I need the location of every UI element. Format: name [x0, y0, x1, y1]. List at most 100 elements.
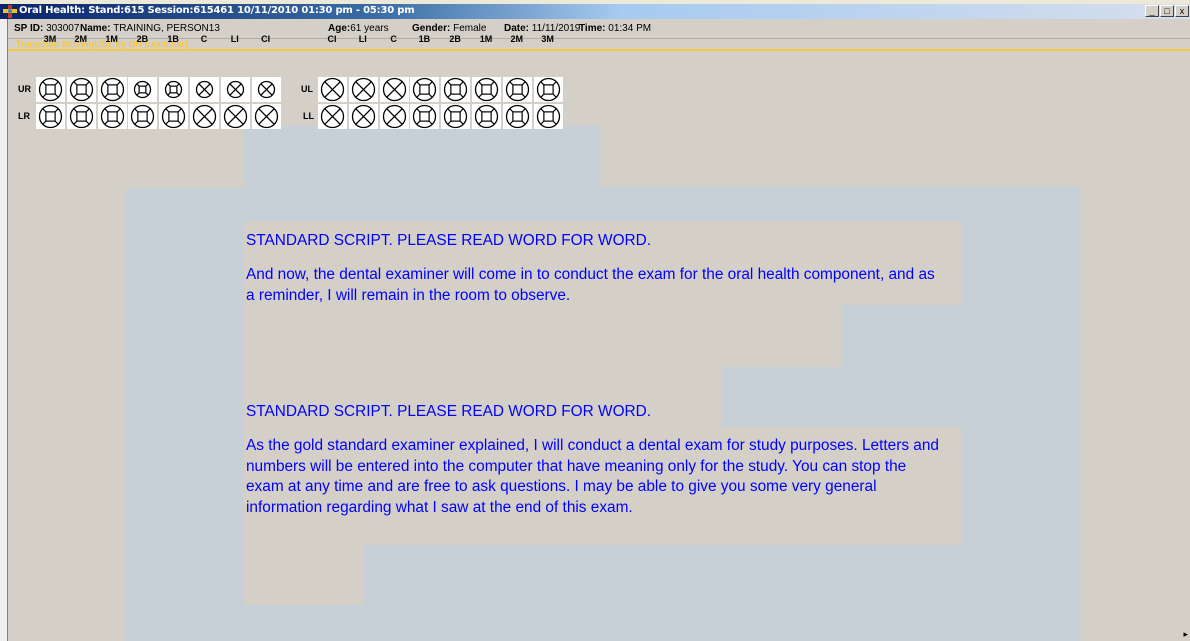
tooth-labels-left: [0, 19, 600, 30]
quadrant-ul-label: UL: [301, 84, 313, 94]
script-1-heading: STANDARD SCRIPT. PLEASE READ WORD FOR WO…: [246, 232, 652, 249]
tooth-icon: [69, 104, 93, 129]
window-title: Oral Health: Stand:615 Session:615461 10…: [19, 5, 415, 16]
tooth-label: 1B: [418, 34, 431, 44]
tooth-ul-2b[interactable]: [441, 77, 471, 102]
tooth-icon: [536, 104, 560, 129]
tooth-ul-3m[interactable]: [533, 77, 563, 102]
tooth-ll-li[interactable]: [348, 104, 378, 129]
bg-cut-topleft: [126, 126, 244, 188]
tooth-label: 2M: [510, 34, 524, 44]
tooth-ur-ci[interactable]: [251, 77, 281, 102]
tooth-label: C: [390, 34, 397, 44]
tooth-icon: [351, 77, 375, 102]
tooth-icon: [382, 77, 406, 102]
tooth-label: 1M: [479, 34, 493, 44]
tooth-label: C: [200, 34, 208, 44]
tooth-icon: [444, 77, 468, 102]
tooth-icon: [162, 104, 186, 129]
tooth-icon: [257, 80, 275, 99]
tooth-ur-1b[interactable]: [159, 77, 189, 102]
tooth-label: 2B: [449, 34, 461, 44]
close-button[interactable]: x: [1175, 5, 1189, 17]
tooth-label: 3M: [43, 34, 57, 44]
tooth-icon: [100, 77, 124, 102]
app-icon: [3, 5, 17, 18]
script-2-heading: STANDARD SCRIPT. PLEASE READ WORD FOR WO…: [246, 403, 652, 420]
script-2: STANDARD SCRIPT. PLEASE READ WORD FOR WO…: [246, 402, 946, 519]
tooth-lr-ci[interactable]: [251, 104, 281, 129]
tooth-icon: [38, 77, 63, 102]
tooth-icon: [505, 104, 529, 129]
bg-cut-topright: [600, 126, 1080, 186]
tooth-ul-li[interactable]: [348, 77, 378, 102]
tooth-label: 2M: [74, 34, 88, 44]
tooth-icon: [195, 80, 214, 99]
tooth-icon: [382, 104, 406, 129]
tooth-label: 1M: [105, 34, 118, 44]
tooth-ll-1m[interactable]: [472, 104, 501, 129]
quadrant-ur-label: UR: [18, 84, 31, 94]
tooth-label: LI: [230, 34, 239, 44]
tooth-ll-3m[interactable]: [533, 104, 563, 129]
tooth-icon: [351, 104, 375, 129]
tooth-icon: [100, 104, 124, 129]
tooth-icon: [536, 77, 560, 102]
tooth-icon: [38, 104, 63, 129]
tooth-lr-c[interactable]: [190, 104, 219, 129]
tooth-lr-li[interactable]: [220, 104, 250, 129]
window-controls: _ □ x: [1145, 5, 1190, 18]
tooth-icon: [474, 104, 499, 129]
tooth-ul-c[interactable]: [379, 77, 409, 102]
tooth-icon: [226, 80, 244, 99]
title-bar[interactable]: Oral Health: Stand:615 Session:615461 10…: [0, 4, 1190, 19]
tooth-ur-2m[interactable]: [66, 77, 96, 102]
quadrant-ll-label: LL: [303, 111, 314, 121]
tooth-label: 3M: [541, 34, 554, 44]
tooth-ll-ci[interactable]: [318, 104, 347, 129]
script-2-body: As the gold standard examiner explained,…: [246, 436, 939, 517]
tooth-ur-c[interactable]: [190, 77, 219, 102]
tooth-icon: [223, 104, 247, 129]
tooth-icon: [444, 104, 468, 129]
tooth-icon: [505, 77, 529, 102]
tooth-ll-1b[interactable]: [410, 104, 440, 129]
tooth-ur-1m[interactable]: [97, 77, 127, 102]
time-value: 01:34 PM: [608, 23, 652, 34]
tooth-lr-2m[interactable]: [66, 104, 96, 129]
tooth-ul-2m[interactable]: [502, 77, 532, 102]
tooth-label: 1B: [167, 34, 179, 44]
tooth-icon: [192, 104, 217, 129]
tooth-lr-1b[interactable]: [159, 104, 189, 129]
bg-band-1b: [244, 305, 842, 367]
tooth-ll-2m[interactable]: [502, 104, 532, 129]
tooth-lr-1m[interactable]: [97, 104, 127, 129]
tooth-label: 2B: [136, 34, 149, 44]
script-1-body: And now, the dental examiner will come i…: [246, 265, 935, 304]
maximize-button[interactable]: □: [1160, 5, 1174, 17]
tooth-ur-3m[interactable]: [36, 77, 65, 102]
minimize-button[interactable]: _: [1145, 5, 1159, 17]
tooth-ul-ci[interactable]: [318, 77, 347, 102]
tooth-icon: [131, 104, 155, 129]
tooth-label: LI: [358, 34, 367, 44]
tooth-label: CI: [261, 34, 271, 44]
tooth-icon: [320, 77, 345, 102]
tooth-ur-2b[interactable]: [128, 77, 158, 102]
tooth-ul-1m[interactable]: [472, 77, 501, 102]
scroll-marker: ▸: [1183, 629, 1188, 639]
tooth-ul-1b[interactable]: [410, 77, 440, 102]
tooth-icon: [413, 104, 437, 129]
tooth-icon: [474, 77, 499, 102]
tooth-icon: [69, 77, 93, 102]
tooth-ur-li[interactable]: [220, 77, 250, 102]
tooth-icon: [413, 77, 437, 102]
tooth-icon: [254, 104, 278, 129]
tooth-ll-2b[interactable]: [441, 104, 471, 129]
tooth-lr-3m[interactable]: [36, 104, 65, 129]
tooth-lr-2b[interactable]: [128, 104, 158, 129]
tooth-ll-c[interactable]: [379, 104, 409, 129]
tooth-icon: [165, 80, 183, 99]
tooth-icon: [320, 104, 345, 129]
tooth-icon: [134, 80, 152, 99]
